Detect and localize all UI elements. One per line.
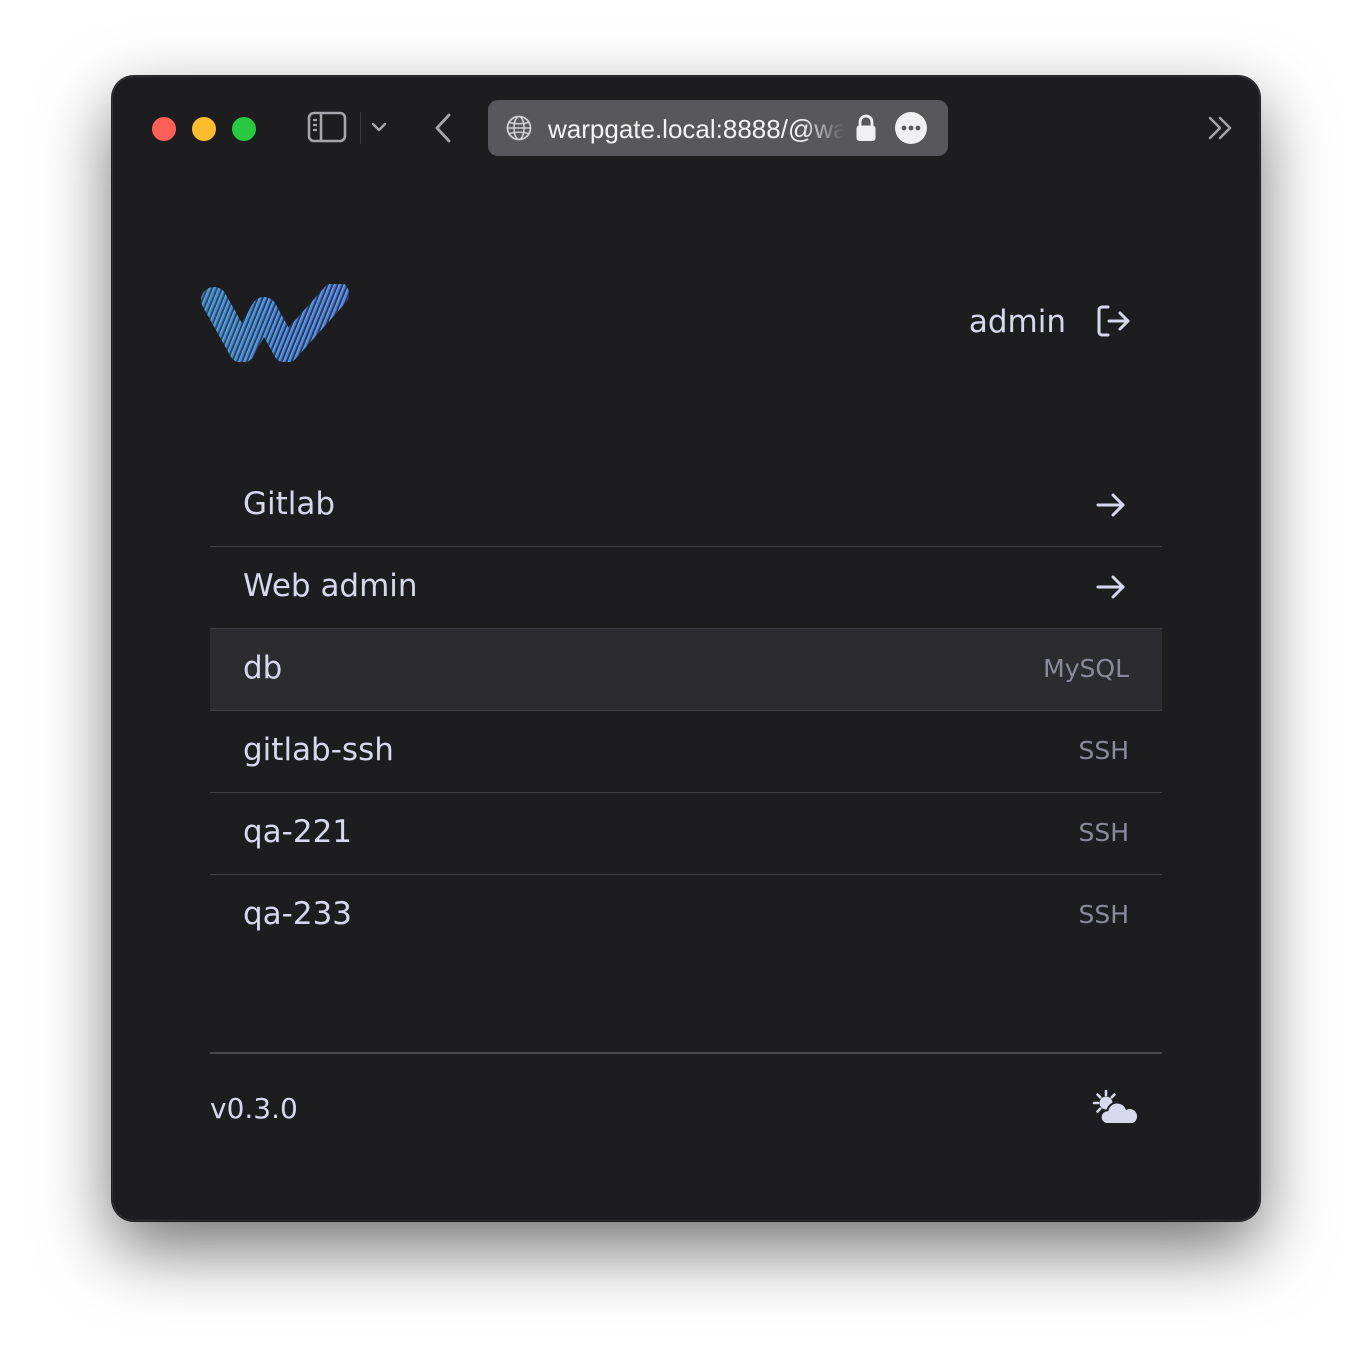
target-kind-badge: SSH [1078,736,1129,765]
double-chevron-icon[interactable] [1206,114,1236,142]
target-row-gitlab-ssh[interactable]: gitlab-ssh SSH [210,711,1162,793]
target-row-web-admin[interactable]: Web admin [210,547,1162,629]
target-kind-badge: SSH [1078,900,1129,929]
target-row-qa-221[interactable]: qa-221 SSH [210,793,1162,875]
target-kind-badge: SSH [1078,818,1129,847]
target-list: Gitlab Web admin db MySQL gitlab-ssh SSH… [210,465,1162,956]
url-text[interactable]: warpgate.local:8888/@warpgate [548,113,844,145]
target-kind-badge: MySQL [1043,654,1129,683]
target-name: qa-233 [243,896,353,932]
arrow-right-icon [1096,575,1125,599]
target-name: qa-221 [243,814,353,850]
target-row-gitlab[interactable]: Gitlab [210,465,1162,547]
sun-cloud-icon[interactable] [1090,1089,1138,1129]
arrow-right-icon [1096,493,1125,517]
target-name: Gitlab [243,486,336,522]
footer-divider [210,1052,1162,1054]
chevron-down-icon[interactable] [371,119,387,135]
target-row-qa-233[interactable]: qa-233 SSH [210,875,1162,956]
minimize-window-button[interactable] [192,117,216,141]
version-label: v0.3.0 [210,1092,298,1125]
address-bar[interactable]: warpgate.local:8888/@warpgate [488,100,948,156]
toolbar-divider [360,112,361,144]
target-name: gitlab-ssh [243,732,394,768]
close-window-button[interactable] [152,117,176,141]
warpgate-logo[interactable] [200,284,350,362]
sidebar-toggle-icon[interactable] [307,110,347,144]
browser-window: warpgate.local:8888/@warpgate [112,76,1260,1221]
more-icon[interactable] [894,111,928,145]
lock-icon [856,114,876,141]
zoom-window-button[interactable] [232,117,256,141]
back-chevron-icon[interactable] [432,111,454,145]
target-row-db[interactable]: db MySQL [210,629,1162,711]
target-name: db [243,650,283,686]
logout-icon[interactable] [1096,304,1132,338]
target-name: Web admin [243,568,418,604]
username-link[interactable]: admin [942,300,1066,344]
globe-icon [506,115,532,141]
